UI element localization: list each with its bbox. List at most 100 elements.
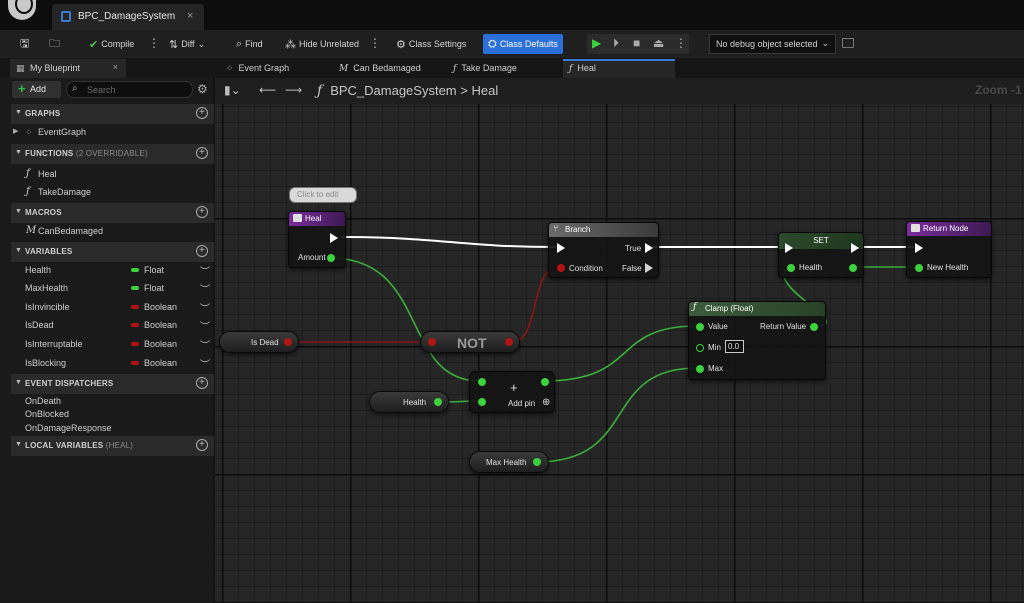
not-in-pin[interactable] bbox=[428, 338, 436, 346]
health-getter-node[interactable]: Health bbox=[369, 391, 449, 413]
my-blueprint-tab[interactable]: ▦ My Blueprint × bbox=[10, 59, 126, 78]
set-node[interactable]: SET Health bbox=[778, 232, 864, 278]
graph-canvas[interactable] bbox=[215, 78, 1024, 603]
category-event-dispatchers[interactable]: ▼ EVENT DISPATCHERS + bbox=[11, 374, 214, 394]
back-arrow-icon[interactable]: ⟵ bbox=[259, 83, 276, 97]
max-health-getter-node[interactable]: Max Health bbox=[469, 451, 549, 473]
min-value-input[interactable]: 0.0 bbox=[725, 340, 744, 353]
tab-take-damage[interactable]: ƒ Take Damage bbox=[453, 59, 558, 78]
max-health-out-pin[interactable] bbox=[533, 458, 541, 466]
compile-button[interactable]: ✔ Compile bbox=[89, 34, 134, 54]
exec-out-pin[interactable] bbox=[330, 233, 338, 243]
category-local-variables[interactable]: ▼ LOCAL VARIABLES (HEAL) + bbox=[11, 436, 214, 456]
unreal-logo-icon[interactable] bbox=[8, 0, 36, 20]
return-node[interactable]: Return Node New Health bbox=[906, 221, 992, 278]
find-button[interactable]: ⌕ Find bbox=[236, 34, 263, 54]
health-in-pin[interactable] bbox=[787, 264, 795, 272]
condition-pin[interactable] bbox=[557, 264, 565, 272]
list-item-function-heal[interactable]: ƒ Heal bbox=[0, 166, 214, 183]
is-dead-getter-node[interactable]: Is Dead bbox=[219, 331, 299, 353]
add-b-pin[interactable] bbox=[478, 398, 486, 406]
not-out-pin[interactable] bbox=[505, 338, 513, 346]
add-graph-icon[interactable]: + bbox=[196, 107, 208, 119]
exec-in-pin[interactable] bbox=[915, 243, 923, 253]
health-out-pin[interactable] bbox=[849, 264, 857, 272]
category-graphs[interactable]: ▼ GRAPHS + bbox=[11, 104, 214, 124]
add-local-variable-icon[interactable]: + bbox=[196, 439, 208, 451]
add-a-pin[interactable] bbox=[478, 378, 486, 386]
eye-icon[interactable]: ︶ bbox=[200, 281, 210, 296]
health-out-pin[interactable] bbox=[434, 398, 442, 406]
list-item-variable[interactable]: IsInterruptable Boolean ︶ bbox=[0, 336, 214, 353]
document-tab[interactable]: BPC_DamageSystem × bbox=[52, 4, 204, 30]
add-button[interactable]: + Add bbox=[12, 81, 61, 98]
eye-icon[interactable]: ︶ bbox=[200, 263, 210, 278]
exec-in-pin[interactable] bbox=[785, 243, 793, 253]
exec-out-pin[interactable] bbox=[851, 243, 859, 253]
eye-icon[interactable]: ︶ bbox=[200, 318, 210, 333]
not-node[interactable]: NOT bbox=[420, 331, 520, 353]
heal-entry-node[interactable]: Heal Amount bbox=[288, 211, 346, 268]
value-pin[interactable] bbox=[696, 323, 704, 331]
clamp-float-node[interactable]: ƒ Clamp (Float) Value Return Value Min 0… bbox=[688, 301, 826, 380]
comment-bubble[interactable]: Click to edit bbox=[289, 187, 357, 203]
category-variables[interactable]: ▼ VARIABLES + bbox=[11, 242, 214, 262]
tab-heal[interactable]: ƒ Heal bbox=[563, 59, 675, 78]
stop-icon[interactable]: ■ bbox=[633, 36, 640, 50]
return-value-pin[interactable] bbox=[810, 323, 818, 331]
breadcrumb-blueprint[interactable]: BPC_DamageSystem bbox=[330, 83, 456, 98]
settings-gear-icon[interactable]: ⚙ bbox=[197, 82, 208, 96]
list-item-macro-canbedamaged[interactable]: M CanBedamaged bbox=[0, 223, 214, 240]
branch-node[interactable]: ⑂ Branch True Condition False bbox=[548, 222, 659, 278]
amount-pin[interactable] bbox=[327, 254, 335, 262]
list-item-variable[interactable]: MaxHealth Float ︶ bbox=[0, 280, 214, 297]
list-item-variable[interactable]: Health Float ︶ bbox=[0, 262, 214, 279]
add-function-icon[interactable]: + bbox=[196, 147, 208, 159]
compile-options-icon[interactable]: ⋮ bbox=[148, 35, 160, 51]
tab-can-bedamaged[interactable]: M Can Bedamaged bbox=[336, 59, 449, 78]
add-out-pin[interactable] bbox=[541, 378, 549, 386]
hide-unrelated-button[interactable]: ⁂ Hide Unrelated bbox=[285, 34, 359, 54]
category-functions[interactable]: ▼ FUNCTIONS (2 OVERRIDABLE) + bbox=[11, 144, 214, 164]
list-item-eventgraph[interactable]: ▶ ⁘ EventGraph bbox=[0, 124, 214, 141]
false-exec-pin[interactable] bbox=[645, 263, 653, 273]
forward-arrow-icon[interactable]: ⟶ bbox=[285, 83, 302, 97]
breadcrumb-function[interactable]: Heal bbox=[471, 83, 498, 98]
tab-event-graph[interactable]: ⁘ Event Graph bbox=[220, 59, 340, 78]
debug-object-dropdown[interactable]: No debug object selected ⌄ bbox=[709, 34, 836, 54]
list-item-dispatcher[interactable]: OnDamageResponse bbox=[0, 420, 214, 437]
close-icon[interactable]: × bbox=[113, 62, 118, 72]
list-item-variable[interactable]: IsBlocking Boolean ︶ bbox=[0, 355, 214, 372]
eye-icon[interactable]: ︶ bbox=[200, 300, 210, 315]
new-health-pin[interactable] bbox=[915, 264, 923, 272]
add-pin-label[interactable]: Add pin bbox=[508, 399, 535, 408]
bookmark-icon[interactable]: ▮⌄ bbox=[224, 83, 241, 97]
max-pin[interactable] bbox=[696, 365, 704, 373]
play-options-icon[interactable]: ⋮ bbox=[675, 36, 687, 50]
eye-icon[interactable]: ︶ bbox=[200, 356, 210, 371]
class-defaults-button[interactable]: ⛭ Class Defaults bbox=[483, 34, 563, 54]
add-float-node[interactable]: + Add pin ⊕ bbox=[469, 371, 555, 413]
is-dead-out-pin[interactable] bbox=[284, 338, 292, 346]
hide-options-icon[interactable]: ⋮ bbox=[369, 35, 381, 51]
list-item-function-takedamage[interactable]: ƒ TakeDamage bbox=[0, 184, 214, 201]
eject-icon[interactable]: ⏏ bbox=[653, 36, 664, 50]
browse-button[interactable]: 🗀 bbox=[49, 34, 60, 54]
save-button[interactable]: 🖫 bbox=[20, 34, 29, 54]
true-exec-pin[interactable] bbox=[645, 243, 653, 253]
close-tab-icon[interactable]: × bbox=[187, 10, 193, 22]
min-pin[interactable] bbox=[696, 344, 704, 352]
add-pin-plus-icon[interactable]: ⊕ bbox=[542, 397, 550, 408]
step-icon[interactable]: ⏵ bbox=[613, 36, 619, 51]
folder-icon[interactable] bbox=[842, 38, 854, 48]
category-macros[interactable]: ▼ MACROS + bbox=[11, 203, 214, 223]
add-variable-icon[interactable]: + bbox=[196, 245, 208, 257]
search-input[interactable]: ⌕ Search bbox=[66, 81, 193, 98]
eye-icon[interactable]: ︶ bbox=[200, 337, 210, 352]
add-macro-icon[interactable]: + bbox=[196, 206, 208, 218]
exec-in-pin[interactable] bbox=[557, 243, 565, 253]
add-dispatcher-icon[interactable]: + bbox=[196, 377, 208, 389]
diff-button[interactable]: ⇅ Diff ⌄ bbox=[169, 34, 205, 54]
list-item-variable[interactable]: IsDead Boolean ︶ bbox=[0, 317, 214, 334]
play-icon[interactable]: ▶ bbox=[592, 36, 601, 50]
